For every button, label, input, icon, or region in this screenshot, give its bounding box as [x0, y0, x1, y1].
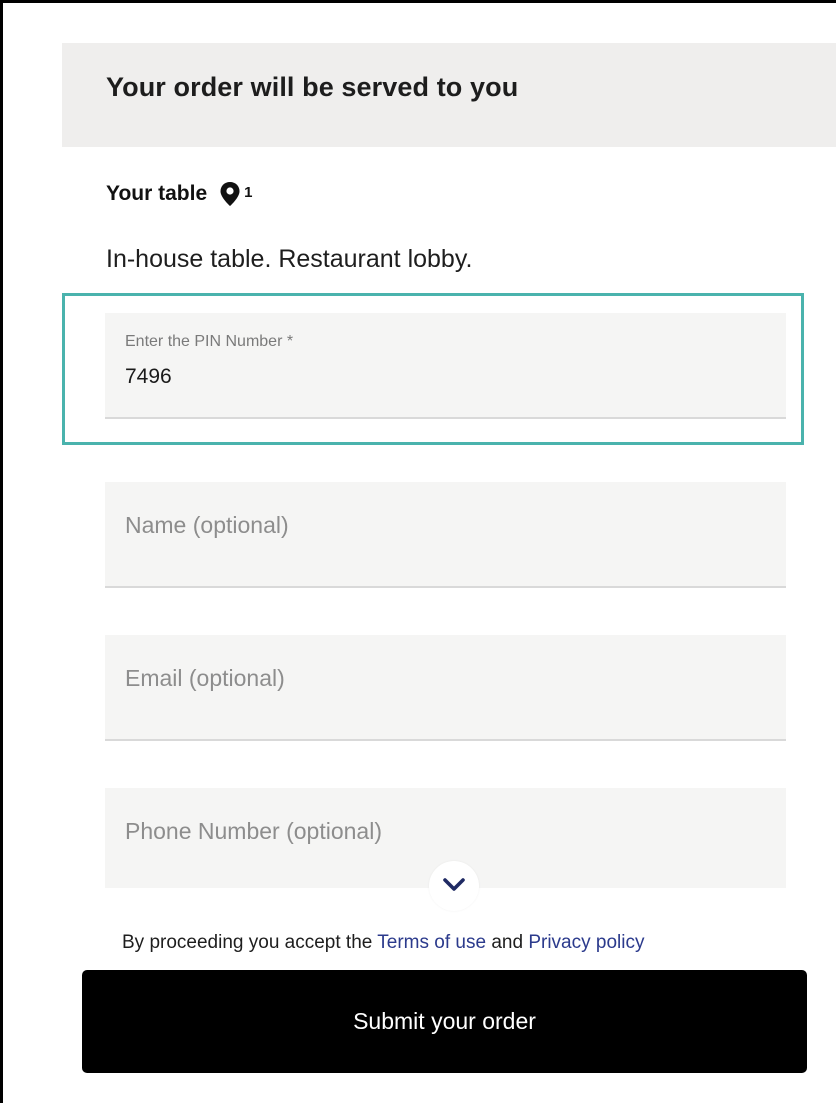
terms-prefix: By proceeding you accept the	[122, 932, 378, 953]
table-number: 1	[244, 183, 253, 201]
terms-notice: By proceeding you accept the Terms of us…	[122, 932, 644, 954]
table-label: Your table	[106, 182, 208, 205]
phone-placeholder: Phone Number (optional)	[125, 818, 382, 844]
name-input[interactable]: Name (optional)	[105, 482, 786, 588]
name-placeholder: Name (optional)	[125, 512, 289, 538]
pin-value[interactable]: 7496	[125, 365, 172, 389]
submit-order-button[interactable]: Submit your order	[82, 970, 807, 1073]
banner-title: Your order will be served to you	[106, 72, 519, 102]
map-pin-icon	[219, 181, 241, 207]
email-placeholder: Email (optional)	[125, 665, 285, 691]
terms-of-use-link[interactable]: Terms of use	[377, 932, 486, 953]
order-served-banner: Your order will be served to you	[62, 43, 836, 147]
submit-label: Submit your order	[353, 1008, 536, 1034]
terms-connector: and	[486, 932, 529, 953]
chevron-down-icon	[443, 878, 465, 891]
email-input[interactable]: Email (optional)	[105, 635, 786, 741]
pin-input[interactable]: Enter the PIN Number * 7496	[105, 313, 786, 419]
privacy-policy-link[interactable]: Privacy policy	[528, 932, 644, 953]
table-info: Your table 1	[106, 181, 252, 207]
checkout-panel: Your order will be served to you Your ta…	[0, 0, 836, 1103]
scroll-down-button[interactable]	[429, 861, 479, 911]
pin-label: Enter the PIN Number *	[125, 333, 294, 350]
table-description: In-house table. Restaurant lobby.	[106, 245, 473, 273]
